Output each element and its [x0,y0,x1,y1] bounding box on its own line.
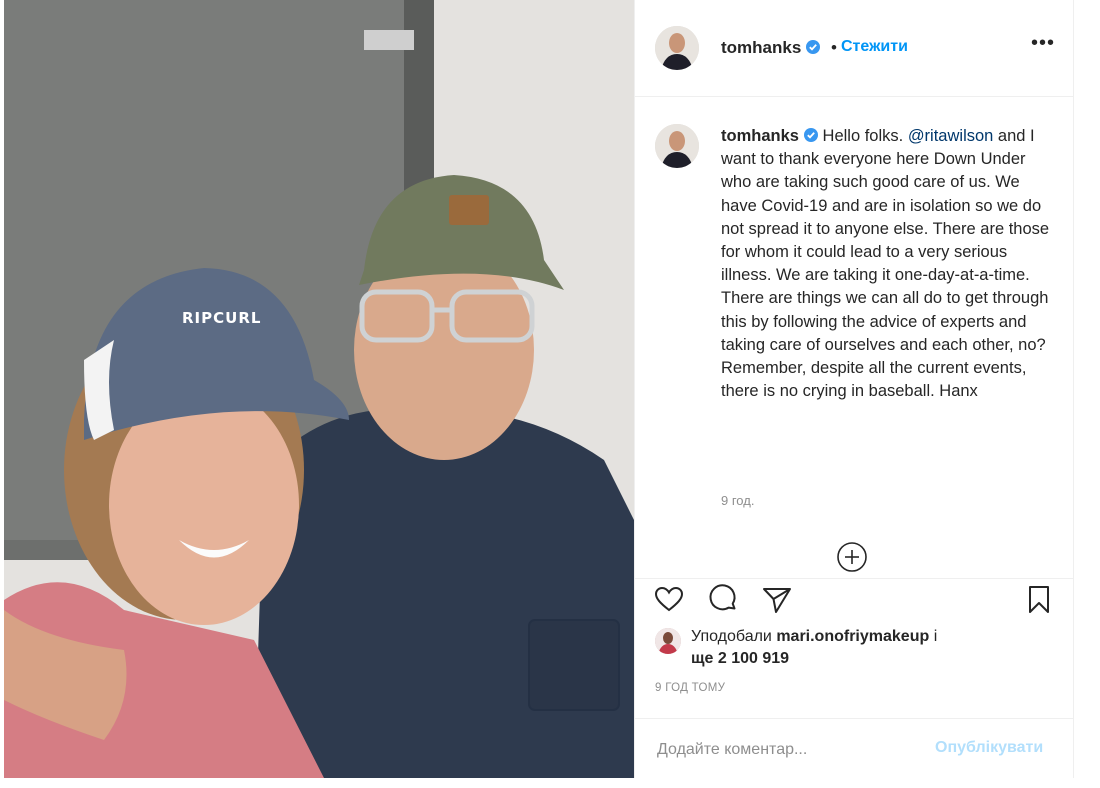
post-header: tomhanks • Стежити ••• [635,0,1073,97]
likes-count-link[interactable]: ще 2 100 919 [691,650,789,667]
liker-username[interactable]: mari.onofriymakeup [776,628,929,645]
publish-button[interactable]: Опублікувати [935,739,1043,757]
likes-prefix: Уподобали [691,628,777,645]
more-options-icon[interactable]: ••• [1031,32,1055,55]
likes-conjunction: і [929,628,938,645]
post-side-panel: tomhanks • Стежити ••• tomhanks Hello fo… [634,0,1074,778]
bookmark-icon[interactable] [1023,583,1055,615]
post-caption: tomhanks Hello folks. @ritawilson and I … [721,125,1051,403]
action-bar [635,578,1073,619]
comment-input[interactable] [655,737,949,763]
liker-avatar[interactable] [655,628,681,654]
post-timestamp[interactable]: 9 ГОД ТОМУ [655,682,725,694]
caption-avatar[interactable] [655,124,699,168]
header-username[interactable]: tomhanks [721,38,821,58]
heart-icon[interactable] [653,583,685,615]
add-comment-bar: Опублікувати [635,718,1073,779]
caption-timestamp[interactable]: 9 год. [721,493,754,508]
selfie-image [4,0,634,778]
avatar[interactable] [655,26,699,70]
comment-bubble-icon[interactable] [707,583,739,615]
follow-button[interactable]: Стежити [841,38,908,56]
username-link[interactable]: tomhanks [721,38,801,57]
likes-more-prefix: ще [691,650,718,667]
verified-badge-icon [803,128,818,142]
mention-link[interactable]: @ritawilson [908,127,994,145]
verified-badge-icon [806,40,821,54]
cap-logo-text: RIPCURL [182,309,262,327]
comments-scroll-area[interactable]: tomhanks Hello folks. @ritawilson and I … [635,97,1073,577]
likes-text: Уподобали mari.onofriymakeup і ще 2 100 … [691,626,1021,670]
paper-plane-icon[interactable] [761,583,793,615]
likes-count: 2 100 919 [717,650,790,667]
plus-circle-icon[interactable] [836,541,868,573]
caption-username[interactable]: tomhanks [721,127,799,145]
separator-dot: • [831,38,837,57]
caption-text-body: and I want to thank everyone here Down U… [721,127,1050,401]
post-photo[interactable]: RIPCURL [4,0,634,778]
caption-text-start: Hello folks. [822,127,908,145]
